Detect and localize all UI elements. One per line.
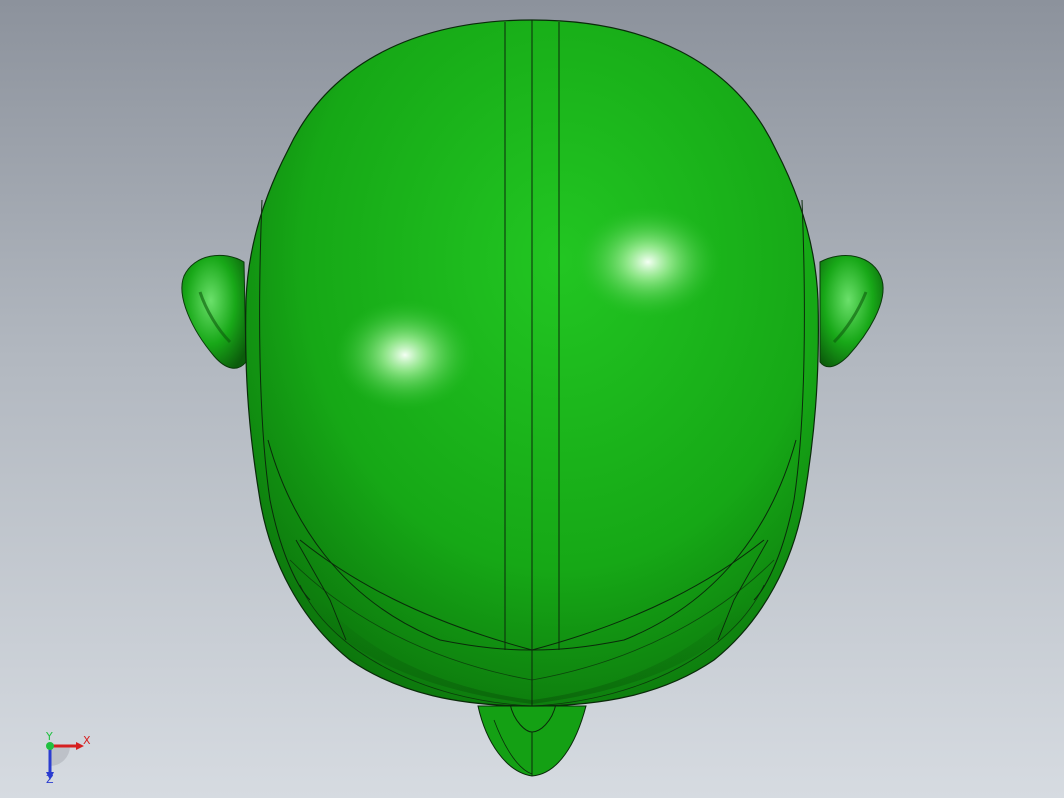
orientation-triad: X Y Z xyxy=(45,732,91,784)
left-ear xyxy=(181,254,247,369)
z-axis-label: Z xyxy=(46,773,54,784)
chin xyxy=(477,703,587,777)
3d-model-head[interactable] xyxy=(0,0,1064,798)
head-body xyxy=(245,19,819,707)
y-axis-label: Y xyxy=(45,732,53,743)
graphics-viewport[interactable]: X Y Z xyxy=(0,0,1064,798)
right-ear xyxy=(819,255,884,368)
x-axis-label: X xyxy=(83,734,91,747)
y-axis-dot xyxy=(46,742,54,750)
